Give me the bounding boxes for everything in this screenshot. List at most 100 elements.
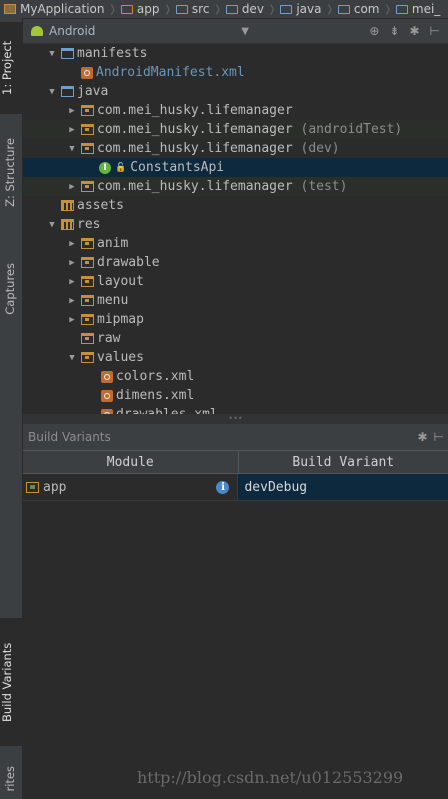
package-icon (81, 143, 94, 154)
package-icon (81, 276, 94, 287)
tree-item[interactable]: ▶assets (23, 196, 448, 215)
tree-item[interactable]: ▼ values (23, 348, 448, 367)
splitter-handle[interactable]: ••• (23, 414, 448, 424)
table-header: Module Build Variant (23, 450, 448, 474)
tree-item-label: assets (77, 198, 124, 213)
breadcrumb-item[interactable]: com ❭ (334, 2, 392, 16)
tab-captures[interactable]: Captures (3, 263, 17, 315)
panel-toolbar: ⊕ ⇟ ✱ ⊢ (369, 24, 440, 38)
gear-icon[interactable]: ✱ (409, 24, 419, 38)
hide-panel-icon[interactable]: ⊢ (434, 430, 444, 444)
tree-item-label: layout (97, 274, 144, 289)
tree-item-label: com.mei_husky.lifemanager (97, 103, 293, 118)
xml-file-icon (101, 370, 113, 383)
tree-item[interactable]: ▶ mipmap (23, 310, 448, 329)
android-icon (31, 26, 43, 36)
tree-item[interactable]: ▶I🔓ConstantsApi (23, 158, 448, 177)
tree-item[interactable]: ▶ anim (23, 234, 448, 253)
interface-icon: I (99, 161, 111, 174)
tree-item[interactable]: ▶ com.mei_husky.lifemanager (androidTest) (23, 120, 448, 139)
breadcrumb-item[interactable]: MyApplication ❭ (0, 2, 117, 16)
gear-icon[interactable]: ✱ (417, 430, 427, 444)
package-icon (81, 333, 94, 344)
tree-item[interactable]: ▼ manifests (23, 44, 448, 63)
build-variant-select[interactable]: devDebug (238, 474, 448, 500)
expand-arrow-icon[interactable]: ▶ (65, 239, 79, 249)
tree-item-label: com.mei_husky.lifemanager (test) (97, 179, 348, 194)
tab-favorites[interactable]: rites (3, 766, 17, 792)
tree-item[interactable]: ▼ com.mei_husky.lifemanager (dev) (23, 139, 448, 158)
tab-project[interactable]: 1: Project (0, 22, 22, 114)
collapse-arrow-icon[interactable]: ▼ (65, 144, 79, 154)
package-icon (81, 181, 94, 192)
tree-item-label: colors.xml (116, 369, 195, 384)
expand-arrow-icon[interactable]: ▶ (65, 296, 79, 306)
tree-item[interactable]: ▶ drawable (23, 253, 448, 272)
tree-item[interactable]: ▶ layout (23, 272, 448, 291)
tree-item-label: drawables.xml (116, 407, 218, 414)
tree-item-label: AndroidManifest.xml (96, 65, 245, 80)
breadcrumb-item[interactable]: dev ❭ (222, 2, 277, 16)
project-tree: ▼manifests▶AndroidManifest.xml▼java▶com.… (23, 44, 448, 414)
xml-file-icon (81, 66, 93, 79)
folder-icon (61, 48, 74, 59)
project-view-select[interactable]: Android ▼ (49, 24, 249, 38)
tree-item[interactable]: ▼ java (23, 82, 448, 101)
tree-item[interactable]: ▶drawables.xml (23, 405, 448, 414)
build-variants-header: Build Variants ✱ ⊢ (23, 424, 448, 450)
collapse-arrow-icon[interactable]: ▼ (45, 87, 59, 97)
expand-arrow-icon[interactable]: ▶ (65, 125, 79, 135)
collapse-arrow-icon[interactable]: ▼ (45, 220, 59, 230)
tree-item[interactable]: ▶ menu (23, 291, 448, 310)
column-header-build-variant[interactable]: Build Variant (239, 451, 448, 473)
tree-item-label: ConstantsApi (130, 160, 225, 175)
expand-arrow-icon[interactable]: ▶ (65, 182, 79, 192)
tree-item[interactable]: ▶dimens.xml (23, 386, 448, 405)
tab-build-variants[interactable]: Build Variants (0, 618, 22, 746)
expand-arrow-icon[interactable]: ▶ (65, 258, 79, 268)
package-icon (81, 257, 94, 268)
expand-arrow-icon[interactable]: ▶ (65, 315, 79, 325)
collapse-arrow-icon[interactable]: ▼ (65, 353, 79, 363)
tree-item[interactable]: ▶ com.mei_husky.lifemanager (test) (23, 177, 448, 196)
table-row[interactable]: app i devDebug (23, 474, 448, 501)
tree-item[interactable]: ▶ com.mei_husky.lifemanager (23, 101, 448, 120)
tree-item-label: anim (97, 236, 129, 251)
breadcrumb-item[interactable]: src ❭ (172, 2, 222, 16)
folder-icon (337, 4, 350, 14)
tab-structure[interactable]: Z: Structure (3, 138, 17, 207)
collapse-arrow-icon[interactable]: ▼ (45, 49, 59, 59)
breadcrumb-item[interactable]: mei_ (392, 2, 440, 16)
breadcrumb-item[interactable]: java ❭ (276, 2, 334, 16)
resource-folder-icon (61, 200, 74, 211)
project-icon (4, 4, 16, 14)
collapse-all-icon[interactable]: ⇟ (389, 24, 399, 38)
tree-item[interactable]: ▶colors.xml (23, 367, 448, 386)
folder-icon (175, 4, 188, 14)
tree-item-label: drawable (97, 255, 160, 270)
module-cell[interactable]: app i (23, 474, 239, 500)
tree-item[interactable]: ▶AndroidManifest.xml (23, 63, 448, 82)
package-icon (81, 314, 94, 325)
expand-arrow-icon[interactable]: ▶ (65, 106, 79, 116)
package-icon (81, 352, 94, 363)
source-set-suffix: (test) (292, 179, 348, 194)
expand-arrow-icon[interactable]: ▶ (65, 277, 79, 287)
column-header-module[interactable]: Module (23, 451, 239, 473)
separator-icon: ❭ (325, 3, 334, 15)
separator-icon: ❭ (267, 3, 277, 15)
tree-item[interactable]: ▼ res (23, 215, 448, 234)
tree-item-label: java (77, 84, 109, 99)
resource-folder-icon (61, 219, 74, 230)
source-set-suffix: (dev) (292, 141, 340, 156)
tree-item-label: raw (97, 331, 121, 346)
tree-item[interactable]: ▶raw (23, 329, 448, 348)
build-variants-table: Module Build Variant app i devDebug (23, 450, 448, 501)
tree-item-label: mipmap (97, 312, 144, 327)
scroll-from-source-icon[interactable]: ⊕ (369, 24, 379, 38)
hide-panel-icon[interactable]: ⊢ (430, 24, 440, 38)
breadcrumb-item[interactable]: app ❭ (117, 2, 172, 16)
info-icon[interactable]: i (216, 480, 230, 494)
module-icon (26, 481, 39, 493)
separator-icon: ❭ (163, 3, 172, 15)
